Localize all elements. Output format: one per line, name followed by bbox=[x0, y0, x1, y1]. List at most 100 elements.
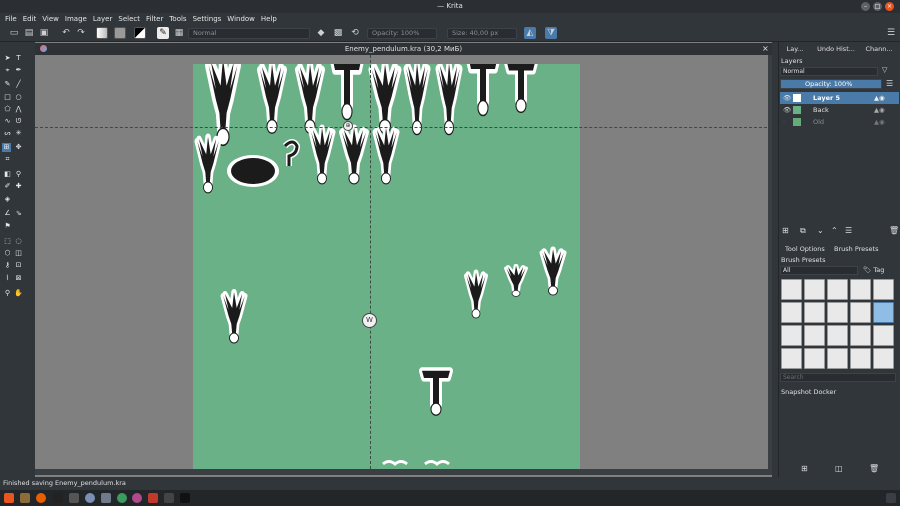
brush-preset-tile[interactable] bbox=[781, 279, 802, 300]
brush-preset-tile[interactable] bbox=[781, 302, 802, 323]
delete-layer-icon[interactable]: 🗑 bbox=[889, 226, 899, 235]
start-menu-icon[interactable] bbox=[4, 493, 14, 503]
menu-layer[interactable]: Layer bbox=[93, 13, 113, 25]
brush-preset-tile[interactable] bbox=[873, 279, 894, 300]
tab-layers[interactable]: Lay... bbox=[784, 44, 806, 55]
gradient-tool-icon[interactable]: ◧ bbox=[3, 170, 12, 179]
pan-tool-icon[interactable]: ✋ bbox=[14, 289, 23, 298]
mirror-vertical-icon[interactable]: ⧩ bbox=[545, 27, 557, 39]
close-button[interactable]: × bbox=[885, 2, 894, 11]
menu-help[interactable]: Help bbox=[261, 13, 277, 25]
brush-preset-tile[interactable] bbox=[873, 348, 894, 369]
layer-name[interactable]: Old bbox=[813, 116, 824, 128]
transform-origin-icon[interactable]: W bbox=[362, 313, 377, 328]
brush-preset-tile[interactable] bbox=[827, 279, 848, 300]
add-snapshot-icon[interactable]: ⊞ bbox=[801, 464, 808, 473]
assistant-handle-icon[interactable]: ⊕ bbox=[343, 121, 353, 131]
move-tool-icon[interactable]: ✥ bbox=[14, 143, 23, 152]
crop-tool-icon[interactable]: ⌗ bbox=[3, 155, 12, 164]
bezier-select-icon[interactable]: ⌇ bbox=[3, 274, 12, 283]
ellipse-tool-icon[interactable]: ○ bbox=[14, 93, 23, 102]
assistant-tool-icon[interactable]: ⇘ bbox=[14, 209, 23, 218]
minimize-button[interactable]: – bbox=[861, 2, 870, 11]
ellipse-select-icon[interactable]: ◌ bbox=[14, 237, 23, 246]
save-document-icon[interactable]: ▣ bbox=[38, 27, 50, 39]
move-layer-up-icon[interactable]: ⌃ bbox=[831, 226, 838, 235]
guide-line-vertical[interactable] bbox=[370, 55, 371, 469]
measure-tool-icon[interactable]: ∠ bbox=[3, 209, 12, 218]
layer-name[interactable]: Layer 5 bbox=[813, 92, 840, 104]
menu-window[interactable]: Window bbox=[227, 13, 255, 25]
menu-edit[interactable]: Edit bbox=[23, 13, 37, 25]
freehand-brush-icon[interactable]: ✎ bbox=[3, 80, 12, 89]
reload-preset-icon[interactable]: ⟲ bbox=[349, 27, 361, 39]
brush-preset-tile[interactable] bbox=[827, 348, 848, 369]
show-desktop-icon[interactable] bbox=[886, 493, 896, 503]
settings-icon[interactable] bbox=[69, 493, 79, 503]
krita-task-icon[interactable] bbox=[85, 493, 95, 503]
layer-row-layer5[interactable]: 👁 Layer 5 ▲◉ bbox=[780, 92, 899, 104]
brush-preset-tile-selected[interactable] bbox=[873, 302, 894, 323]
brush-preset-tile[interactable] bbox=[850, 348, 871, 369]
colorize-mask-icon[interactable]: ✐ bbox=[3, 182, 12, 191]
layer-lock-icon[interactable]: ▲◉ bbox=[874, 92, 885, 104]
tab-tool-options[interactable]: Tool Options bbox=[785, 245, 825, 253]
hidden-eye-icon[interactable]: · bbox=[783, 116, 785, 128]
edit-shapes-icon[interactable]: ⌖ bbox=[3, 66, 12, 75]
app-task-icon[interactable] bbox=[132, 493, 142, 503]
calligraphy-icon[interactable]: ✒ bbox=[14, 66, 23, 75]
text-tool-icon[interactable]: T bbox=[14, 54, 23, 63]
reference-tool-icon[interactable]: ⚑ bbox=[3, 222, 12, 231]
menu-select[interactable]: Select bbox=[118, 13, 140, 25]
brush-search-input[interactable]: Search bbox=[780, 373, 896, 382]
tag-button[interactable]: 🏷 Tag bbox=[863, 266, 884, 274]
fill-tool-icon[interactable]: ◈ bbox=[3, 195, 12, 204]
mirror-horizontal-icon[interactable]: ◭ bbox=[524, 27, 536, 39]
camera-icon[interactable]: ◫ bbox=[835, 464, 843, 473]
duplicate-layer-icon[interactable]: ⧉ bbox=[800, 226, 806, 236]
visibility-eye-icon[interactable]: 👁 bbox=[783, 104, 791, 116]
dynamic-brush-icon[interactable]: ᔕ bbox=[3, 129, 12, 138]
pattern-swatch[interactable] bbox=[114, 27, 126, 39]
brush-filter-select[interactable]: All bbox=[780, 266, 858, 275]
polygon-tool-icon[interactable]: ⬠ bbox=[3, 105, 12, 114]
menu-view[interactable]: View bbox=[42, 13, 59, 25]
eraser-mode-icon[interactable]: ◆ bbox=[315, 27, 327, 39]
file-manager-icon[interactable] bbox=[20, 493, 30, 503]
close-document-icon[interactable]: × bbox=[762, 44, 769, 53]
brush-preset-tile[interactable] bbox=[827, 302, 848, 323]
move-layer-down-icon[interactable]: ⌄ bbox=[817, 226, 824, 235]
color-picker-icon[interactable]: ⚲ bbox=[14, 170, 23, 179]
brush-preset-tile[interactable] bbox=[827, 325, 848, 346]
size-slider[interactable]: Size: 40,00 px bbox=[447, 28, 517, 39]
document-canvas[interactable] bbox=[193, 64, 580, 469]
brush-preset-tile[interactable] bbox=[804, 279, 825, 300]
menu-filter[interactable]: Filter bbox=[146, 13, 163, 25]
select-shapes-icon[interactable]: ➤ bbox=[3, 54, 12, 63]
open-document-icon[interactable]: ▤ bbox=[23, 27, 35, 39]
grid-icon[interactable]: ▦ bbox=[173, 27, 185, 39]
delete-snapshot-icon[interactable]: 🗑 bbox=[869, 464, 879, 473]
bezier-tool-icon[interactable]: ∿ bbox=[3, 117, 12, 126]
layer-opacity-slider[interactable]: Opacity: 100% bbox=[780, 79, 882, 89]
freehand-path-icon[interactable]: ᘎ bbox=[14, 117, 23, 126]
tab-undo-history[interactable]: Undo Hist... bbox=[815, 44, 857, 55]
tab-channels[interactable]: Chann... bbox=[864, 44, 894, 55]
menu-settings[interactable]: Settings bbox=[193, 13, 222, 25]
transform-tool-icon[interactable]: ⊞ bbox=[2, 143, 11, 152]
brush-preset-tile[interactable] bbox=[873, 325, 894, 346]
document-task-icon[interactable] bbox=[101, 493, 111, 503]
chromium-task-icon[interactable] bbox=[117, 493, 127, 503]
magnetic-select-icon[interactable]: ⊠ bbox=[14, 274, 23, 283]
layer-row-old[interactable]: · Old ▲◉ bbox=[780, 116, 899, 128]
filter-icon[interactable]: ▽ bbox=[882, 66, 887, 74]
app-red-task-icon[interactable] bbox=[148, 493, 158, 503]
brush-preset-tile[interactable] bbox=[850, 325, 871, 346]
brush-preset-tile[interactable] bbox=[781, 348, 802, 369]
zoom-tool-icon[interactable]: ⚲ bbox=[3, 289, 12, 298]
similar-select-icon[interactable]: ⊡ bbox=[14, 261, 23, 270]
layer-lock-icon[interactable]: ▲◉ bbox=[874, 116, 885, 128]
visibility-eye-icon[interactable]: 👁 bbox=[783, 92, 791, 104]
line-tool-icon[interactable]: ╱ bbox=[14, 80, 23, 89]
layer-menu-icon[interactable]: ☰ bbox=[845, 226, 852, 235]
